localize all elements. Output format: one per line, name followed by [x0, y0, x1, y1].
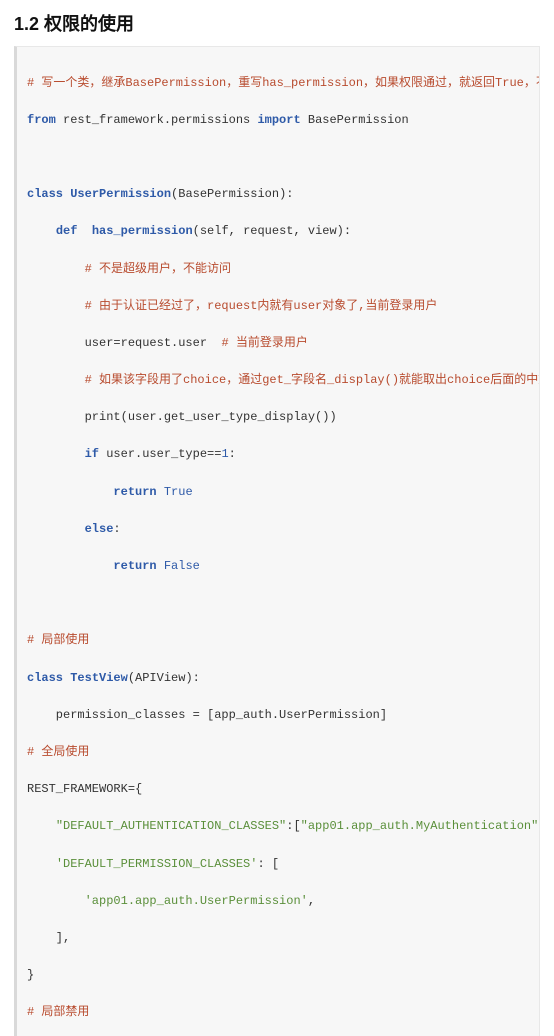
code-text: } [27, 968, 34, 982]
string: 'app01.app_auth.UserPermission' [85, 894, 308, 908]
function-name: has_permission [92, 224, 193, 238]
keyword: import [257, 113, 300, 127]
code-text: user=request.user [85, 336, 222, 350]
comment: # 当前登录用户 [221, 336, 307, 350]
code-text: rest_framework.permissions [56, 113, 258, 127]
code-line: return True [27, 483, 529, 502]
comment: # 局部使用 [27, 633, 89, 647]
code-line: # 写一个类，继承BasePermission，重写has_permission… [27, 74, 529, 93]
code-text [27, 894, 85, 908]
section-heading: 1.2 权限的使用 [14, 10, 540, 36]
code-text: BasePermission [301, 113, 409, 127]
keyword: return [113, 559, 156, 573]
code-text: , [308, 894, 315, 908]
literal: True [164, 485, 193, 499]
code-text [27, 857, 56, 871]
code-line: 'app01.app_auth.UserPermission', [27, 892, 529, 911]
code-text: permission_classes = [app_auth.UserPermi… [27, 708, 387, 722]
code-line: class TestView(APIView): [27, 669, 529, 688]
code-line: # 局部禁用 [27, 1003, 529, 1022]
string: "app01.app_auth.MyAuthentication" [301, 819, 539, 833]
code-text: ,], [538, 819, 540, 833]
code-text: (BasePermission): [171, 187, 293, 201]
code-line: # 由于认证已经过了，request内就有user对象了,当前登录用户 [27, 297, 529, 316]
comment: # 写一个类，继承BasePermission，重写has_permission… [27, 76, 540, 90]
comment: # 如果该字段用了choice，通过get_字段名_display()就能取出c… [85, 373, 540, 387]
code-text: :[ [286, 819, 300, 833]
code-line: } [27, 966, 529, 985]
code-line: from rest_framework.permissions import B… [27, 111, 529, 130]
code-line: REST_FRAMEWORK={ [27, 780, 529, 799]
comment: # 局部禁用 [27, 1005, 89, 1019]
keyword: def [56, 224, 78, 238]
code-line: "DEFAULT_AUTHENTICATION_CLASSES":["app01… [27, 817, 529, 836]
keyword: return [113, 485, 156, 499]
code-text [27, 819, 56, 833]
code-line: else: [27, 520, 529, 539]
code-text: ], [27, 931, 70, 945]
code-line: print(user.get_user_type_display()) [27, 408, 529, 427]
code-text: : [229, 447, 236, 461]
comment: # 由于认证已经过了，request内就有user对象了,当前登录用户 [85, 299, 438, 313]
code-line: # 不是超级用户，不能访问 [27, 260, 529, 279]
code-text: user.user_type== [99, 447, 221, 461]
code-line: 'DEFAULT_PERMISSION_CLASSES': [ [27, 855, 529, 874]
code-line: def has_permission(self, request, view): [27, 222, 529, 241]
code-text: : [ [257, 857, 279, 871]
code-text: : [113, 522, 120, 536]
keyword: else [85, 522, 114, 536]
comment: # 全局使用 [27, 745, 89, 759]
code-line: class UserPermission(BasePermission): [27, 185, 529, 204]
code-line: ], [27, 929, 529, 948]
code-line: # 全局使用 [27, 743, 529, 762]
keyword: if [85, 447, 99, 461]
code-text: REST_FRAMEWORK={ [27, 782, 142, 796]
literal: False [164, 559, 200, 573]
code-line: user=request.user # 当前登录用户 [27, 334, 529, 353]
literal: 1 [221, 447, 228, 461]
code-block: # 写一个类，继承BasePermission，重写has_permission… [14, 46, 540, 1036]
keyword: class [27, 671, 63, 685]
code-text: (self, request, view): [193, 224, 351, 238]
code-line: return False [27, 557, 529, 576]
code-line: if user.user_type==1: [27, 445, 529, 464]
code-text: (APIView): [128, 671, 200, 685]
class-name: UserPermission [70, 187, 171, 201]
code-line: # 局部使用 [27, 631, 529, 650]
code-text: print(user.get_user_type_display()) [85, 410, 337, 424]
keyword: class [27, 187, 63, 201]
code-line: # 如果该字段用了choice，通过get_字段名_display()就能取出c… [27, 371, 529, 390]
class-name: TestView [70, 671, 128, 685]
string: 'DEFAULT_PERMISSION_CLASSES' [56, 857, 258, 871]
code-line: permission_classes = [app_auth.UserPermi… [27, 706, 529, 725]
comment: # 不是超级用户，不能访问 [85, 262, 231, 276]
keyword: from [27, 113, 56, 127]
string: "DEFAULT_AUTHENTICATION_CLASSES" [56, 819, 286, 833]
